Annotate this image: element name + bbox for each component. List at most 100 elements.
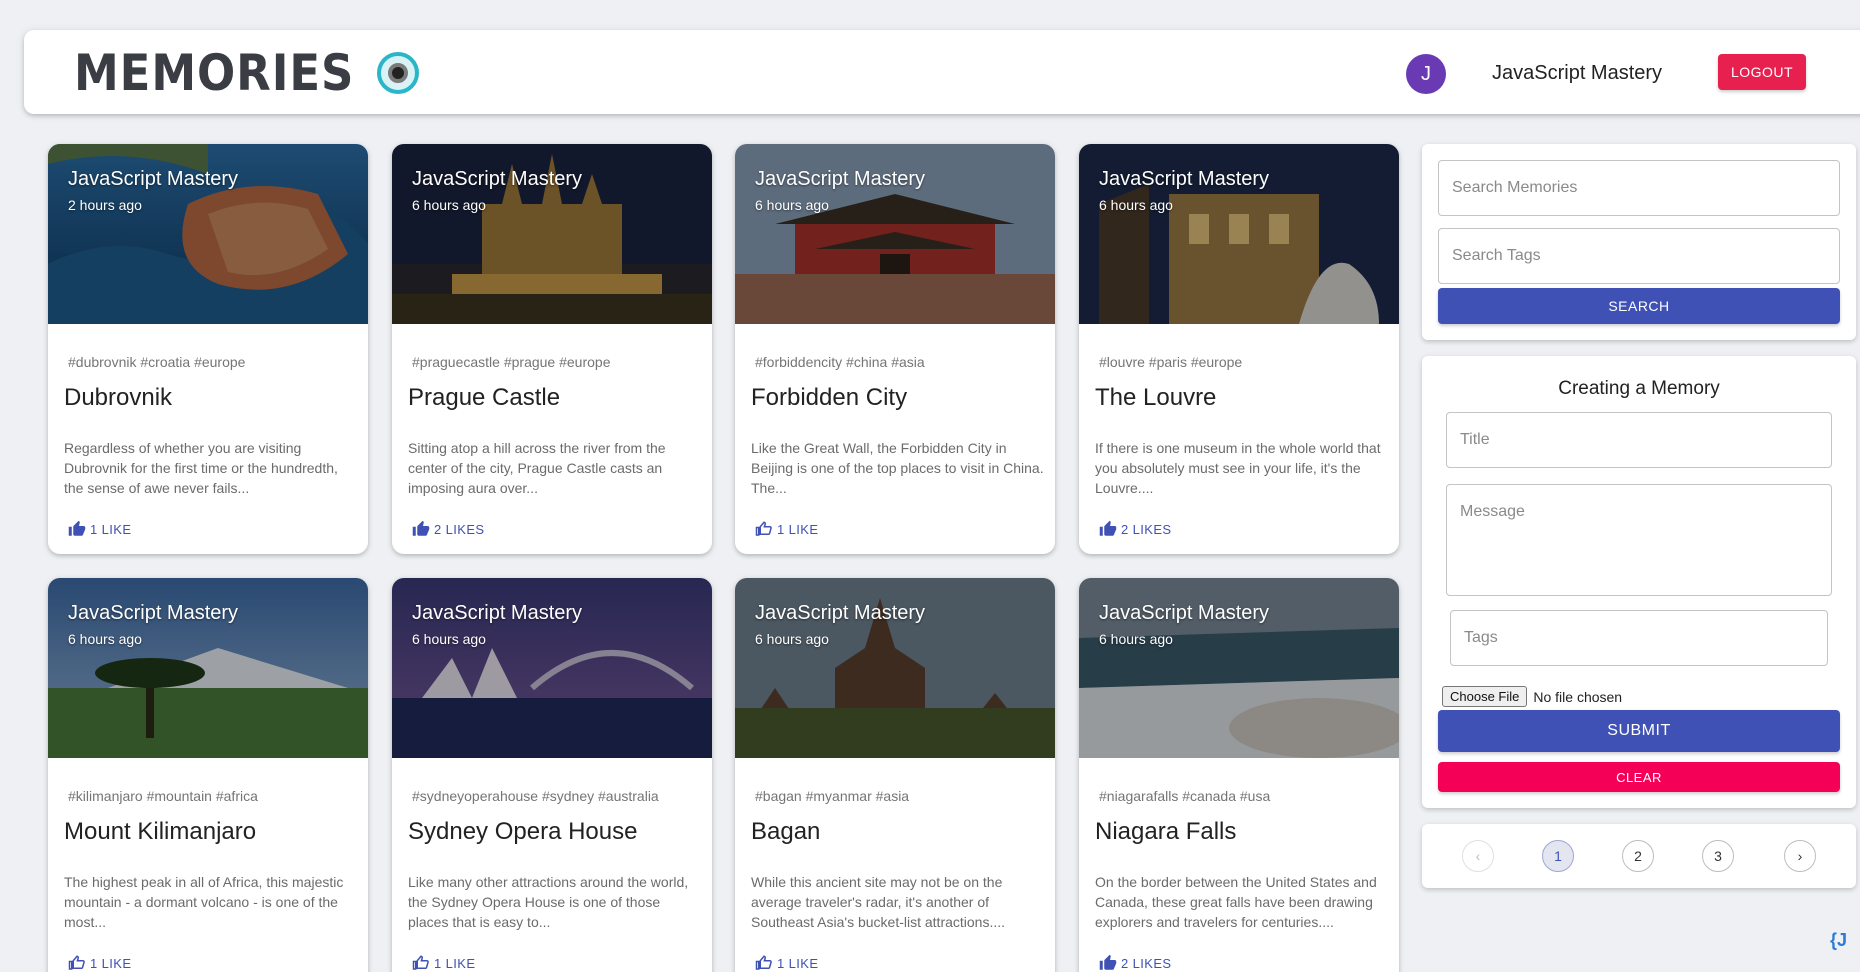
post-title: Prague Castle xyxy=(408,384,561,411)
post-title: The Louvre xyxy=(1095,384,1217,411)
thumb-up-outline-icon xyxy=(412,955,429,970)
file-status: No file chosen xyxy=(1533,688,1623,705)
thumb-up-outline-icon xyxy=(755,521,772,536)
page-3-button[interactable]: 3 xyxy=(1702,840,1734,872)
post-tags: #forbiddencity #china #asia xyxy=(755,354,925,370)
pagination: ‹ 1 2 3 › xyxy=(1422,824,1856,888)
thumb-up-outline-icon xyxy=(68,955,85,970)
like-count: 1 LIKE xyxy=(90,955,132,971)
post-time: 6 hours ago xyxy=(68,631,142,647)
like-button[interactable]: 2 LIKES xyxy=(412,520,485,538)
search-tags-input[interactable] xyxy=(1438,228,1840,284)
post-card[interactable]: JavaScript Mastery 6 hours ago #kilimanj… xyxy=(48,578,368,972)
post-image: JavaScript Mastery 6 hours ago xyxy=(392,144,712,324)
post-message: If there is one museum in the whole worl… xyxy=(1095,440,1381,496)
post-title: Mount Kilimanjaro xyxy=(64,818,257,845)
like-button[interactable]: 1 LIKE xyxy=(755,520,818,538)
search-memories-input[interactable] xyxy=(1438,160,1840,216)
clear-button[interactable]: CLEAR xyxy=(1438,762,1840,792)
post-message: The highest peak in all of Africa, this … xyxy=(64,874,344,930)
form-heading: Creating a Memory xyxy=(1558,378,1720,399)
next-page-button[interactable]: › xyxy=(1784,840,1816,872)
post-title: Forbidden City xyxy=(751,384,908,411)
post-author: JavaScript Mastery xyxy=(68,168,239,190)
post-image: JavaScript Mastery 6 hours ago xyxy=(48,578,368,758)
post-card[interactable]: JavaScript Mastery 6 hours ago #bagan #m… xyxy=(735,578,1055,972)
like-button[interactable]: 1 LIKE xyxy=(68,520,131,538)
post-card[interactable]: JavaScript Mastery 6 hours ago #sydneyop… xyxy=(392,578,712,972)
like-count: 1 LIKE xyxy=(777,955,819,971)
post-time: 6 hours ago xyxy=(1099,631,1173,647)
post-title: Niagara Falls xyxy=(1095,818,1237,845)
like-button[interactable]: 1 LIKE xyxy=(755,954,818,972)
like-button[interactable]: 1 LIKE xyxy=(412,954,475,972)
search-button[interactable]: SEARCH xyxy=(1438,288,1840,324)
post-tags: #kilimanjaro #mountain #africa xyxy=(68,788,258,804)
post-title: Sydney Opera House xyxy=(408,818,638,845)
post-card[interactable]: JavaScript Mastery 6 hours ago #niagaraf… xyxy=(1079,578,1399,972)
post-author: JavaScript Mastery xyxy=(1099,168,1270,190)
thumb-up-icon xyxy=(1099,954,1117,970)
title-field[interactable] xyxy=(1446,412,1832,468)
thumb-up-outline-icon xyxy=(755,955,772,970)
watermark-logo-icon: {J xyxy=(1830,930,1848,950)
post-message: Like the Great Wall, the Forbidden City … xyxy=(751,440,1044,496)
post-title: Dubrovnik xyxy=(64,384,173,411)
choose-file-button[interactable]: Choose File xyxy=(1442,686,1528,707)
brand[interactable]: MEMORIES xyxy=(74,44,420,102)
tags-field[interactable] xyxy=(1450,610,1828,666)
post-card[interactable]: JavaScript Mastery 6 hours ago #pragueca… xyxy=(392,144,712,554)
submit-button[interactable]: SUBMIT xyxy=(1438,710,1840,752)
logout-button[interactable]: LOGOUT xyxy=(1718,54,1806,90)
like-count: 2 LIKES xyxy=(1121,521,1172,537)
post-time: 6 hours ago xyxy=(1099,197,1173,213)
avatar[interactable]: J xyxy=(1406,54,1446,94)
post-author: JavaScript Mastery xyxy=(755,602,926,624)
previous-page-button[interactable]: ‹ xyxy=(1462,840,1494,872)
like-count: 1 LIKE xyxy=(434,955,476,971)
post-tags: #louvre #paris #europe xyxy=(1099,354,1243,370)
post-image: JavaScript Mastery 6 hours ago xyxy=(392,578,712,758)
app-bar: MEMORIES J JavaScript Mastery LOGOUT xyxy=(24,30,1860,114)
post-image: JavaScript Mastery 6 hours ago xyxy=(1079,578,1399,758)
like-count: 1 LIKE xyxy=(90,521,132,537)
post-author: JavaScript Mastery xyxy=(68,602,239,624)
post-author: JavaScript Mastery xyxy=(412,602,583,624)
post-time: 2 hours ago xyxy=(68,197,142,213)
message-field[interactable] xyxy=(1446,484,1832,596)
brand-title: MEMORIES xyxy=(74,44,355,102)
user-name: JavaScript Mastery xyxy=(1492,62,1663,84)
like-button[interactable]: 2 LIKES xyxy=(1099,520,1172,538)
like-count: 2 LIKES xyxy=(434,521,485,537)
page-1-button[interactable]: 1 xyxy=(1542,840,1574,872)
thumb-up-icon xyxy=(1099,520,1117,536)
post-tags: #niagarafalls #canada #usa xyxy=(1099,788,1271,804)
page-2-button[interactable]: 2 xyxy=(1622,840,1654,872)
post-image: JavaScript Mastery 6 hours ago xyxy=(735,144,1055,324)
post-card[interactable]: JavaScript Mastery 6 hours ago #forbidde… xyxy=(735,144,1055,554)
like-button[interactable]: 2 LIKES xyxy=(1099,954,1172,972)
post-tags: #dubrovnik #croatia #europe xyxy=(68,354,246,370)
post-author: JavaScript Mastery xyxy=(412,168,583,190)
post-time: 6 hours ago xyxy=(412,197,486,213)
like-count: 1 LIKE xyxy=(777,521,819,537)
thumb-up-icon xyxy=(412,520,430,536)
post-author: JavaScript Mastery xyxy=(1099,602,1270,624)
post-tags: #praguecastle #prague #europe xyxy=(412,354,611,370)
like-button[interactable]: 1 LIKE xyxy=(68,954,131,972)
post-time: 6 hours ago xyxy=(755,631,829,647)
thumb-up-icon xyxy=(68,520,86,536)
post-card[interactable]: JavaScript Mastery 2 hours ago #dubrovni… xyxy=(48,144,368,554)
post-card[interactable]: JavaScript Mastery 6 hours ago #louvre #… xyxy=(1079,144,1399,554)
like-count: 2 LIKES xyxy=(1121,955,1172,971)
memories-logo-icon xyxy=(377,52,420,94)
post-time: 6 hours ago xyxy=(412,631,486,647)
post-message: Sitting atop a hill across the river fro… xyxy=(408,440,666,496)
file-input: Choose File No file chosen xyxy=(1442,686,1622,707)
post-message: Regardless of whether you are visiting D… xyxy=(64,440,338,496)
post-title: Bagan xyxy=(751,818,821,845)
post-message: On the border between the United States … xyxy=(1095,874,1377,930)
post-author: JavaScript Mastery xyxy=(755,168,926,190)
create-memory-form: Creating a Memory Choose File No file ch… xyxy=(1422,356,1856,808)
user-info: J JavaScript Mastery xyxy=(1406,54,1662,94)
